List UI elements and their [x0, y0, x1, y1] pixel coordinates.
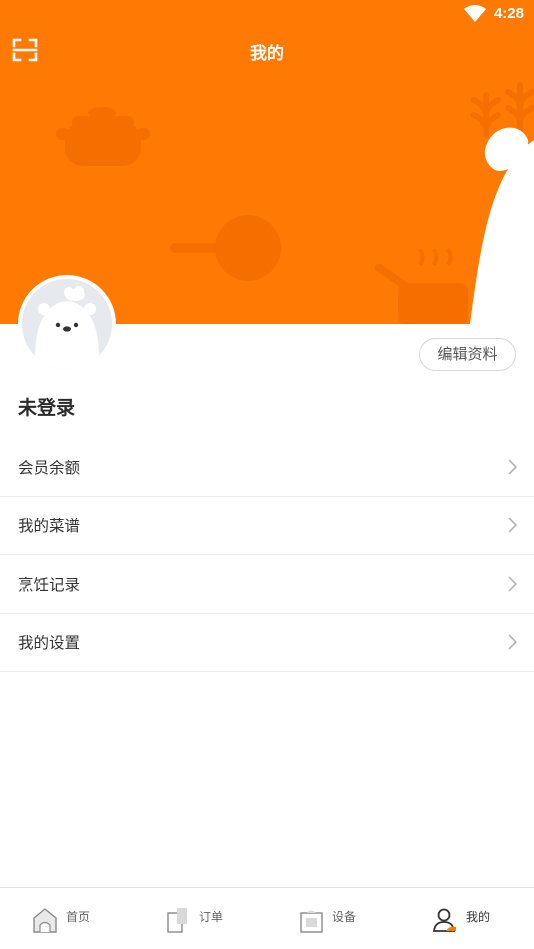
user-icon	[432, 908, 456, 932]
status-bar: 4:28	[0, 0, 534, 28]
menu-item-label: 会员余额	[18, 458, 81, 477]
tab-label: 设备	[332, 910, 357, 924]
chevron-right-icon	[508, 459, 517, 475]
tab-label: 订单	[199, 910, 224, 924]
chevron-right-icon	[508, 517, 517, 533]
tab-home[interactable]: 首页	[0, 888, 133, 949]
menu-item-label: 我的菜谱	[18, 517, 81, 536]
tab-me[interactable]: 我的	[400, 888, 533, 949]
wifi-icon	[464, 5, 486, 22]
edit-profile-button[interactable]: 编辑资料	[419, 338, 516, 371]
chevron-right-icon	[508, 634, 517, 650]
menu-item-label: 我的设置	[18, 634, 81, 653]
bear-chef-avatar-icon	[22, 279, 112, 369]
profile-header: 4:28 我的	[0, 0, 534, 324]
tab-orders[interactable]: 订单	[133, 888, 266, 949]
menu-list: 会员余额 我的菜谱 烹饪记录 我的设置	[0, 438, 534, 672]
tab-label: 我的	[466, 910, 491, 924]
menu-item-label: 烹饪记录	[18, 575, 81, 594]
menu-item-cooking-records[interactable]: 烹饪记录	[0, 555, 534, 614]
avatar[interactable]	[18, 275, 116, 373]
device-icon	[300, 910, 323, 933]
home-icon	[33, 908, 57, 933]
menu-item-settings[interactable]: 我的设置	[0, 614, 534, 672]
chevron-right-icon	[508, 576, 517, 592]
tab-label: 首页	[66, 910, 91, 924]
username[interactable]: 未登录	[18, 393, 75, 420]
bottom-tab-bar: 首页 订单 设备 我的	[0, 887, 534, 949]
status-time: 4:28	[493, 5, 524, 22]
menu-item-recipes[interactable]: 我的菜谱	[0, 497, 534, 555]
menu-item-balance[interactable]: 会员余额	[0, 438, 534, 497]
order-icon	[167, 908, 187, 933]
page-title: 我的	[250, 44, 284, 64]
tab-devices[interactable]: 设备	[266, 888, 399, 949]
